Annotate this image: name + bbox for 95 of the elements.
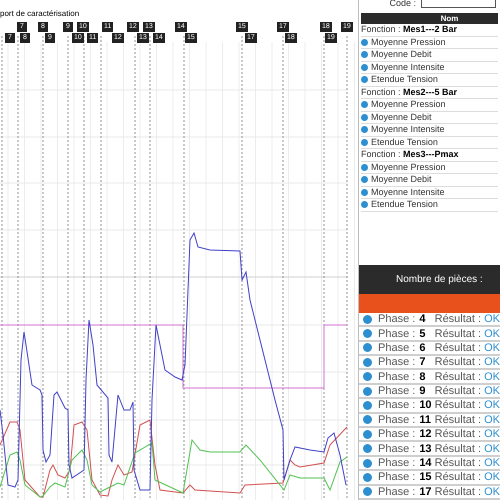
phase-number: 4	[419, 313, 426, 326]
phase-number: 12	[419, 428, 433, 440]
phase-number: 8	[419, 370, 426, 383]
report-title: port de caractérisation	[0, 9, 80, 19]
bullet-icon	[363, 329, 372, 338]
result-label: Résultat :	[434, 442, 482, 455]
measure-name[interactable]: Etendue Tension	[371, 199, 438, 210]
phase-number: 7	[419, 356, 426, 368]
result-value: OK	[484, 442, 500, 455]
measure-name[interactable]: Moyenne Pression	[371, 36, 446, 48]
result-label: Résultat :	[434, 399, 482, 412]
phase-number: 10	[419, 399, 433, 412]
measure-name[interactable]: Moyenne Debit	[371, 174, 432, 186]
function-heading: Fonction : Mes2---5 Bar	[361, 86, 458, 98]
result-value: OK	[484, 428, 500, 440]
result-label: Résultat :	[434, 370, 482, 383]
bullet-icon	[363, 430, 372, 439]
measure-name[interactable]: Moyenne Intensite	[371, 62, 445, 73]
phase-number: 15	[419, 471, 433, 484]
bullet-icon	[361, 201, 368, 208]
result-value: OK	[484, 457, 500, 470]
measure-name[interactable]: Moyenne Intensite	[371, 124, 445, 136]
bullet-icon	[363, 472, 372, 482]
phase-label: Phase :	[378, 442, 416, 455]
phase-label: Phase :	[378, 457, 416, 470]
result-value: OK	[484, 385, 500, 398]
bullet-icon	[363, 314, 372, 324]
phase-number: 14	[419, 457, 433, 470]
phase-label: Phase :	[378, 399, 416, 412]
bullet-icon	[361, 126, 368, 134]
phase-label: Phase :	[378, 313, 416, 326]
bullet-icon	[363, 444, 372, 454]
bullet-icon	[363, 487, 372, 496]
result-value: OK	[484, 313, 500, 326]
result-label: Résultat :	[434, 414, 482, 426]
function-heading: Fonction : Mes3---Pmax	[361, 149, 459, 160]
bullet-icon	[361, 164, 368, 171]
measure-name[interactable]: Moyenne Intensite	[371, 186, 445, 198]
bullet-icon	[361, 38, 368, 46]
result-label: Résultat :	[434, 471, 482, 484]
bullet-icon	[361, 176, 368, 184]
result-label: Résultat :	[434, 457, 482, 470]
column-header: Nom	[440, 14, 458, 24]
result-value: OK	[484, 370, 500, 383]
result-value: OK	[484, 486, 500, 498]
phase-number: 11	[419, 414, 432, 426]
phase-label: Phase :	[378, 342, 416, 354]
result-value: OK	[484, 356, 500, 368]
measure-name[interactable]: Moyenne Pression	[371, 162, 446, 173]
phase-label: Phase :	[378, 385, 416, 398]
phase-label: Phase :	[378, 486, 416, 498]
bullet-icon	[363, 458, 372, 468]
bullet-icon	[361, 188, 368, 196]
bullet-icon	[361, 114, 368, 121]
pieces-count-label: Nombre de pièces :	[396, 272, 483, 287]
measure-name[interactable]: Etendue Tension	[371, 136, 438, 148]
result-label: Résultat :	[434, 356, 482, 368]
phase-label: Phase :	[378, 428, 416, 440]
phase-label: Phase :	[378, 328, 416, 340]
result-label: Résultat :	[434, 385, 482, 398]
bullet-icon	[361, 138, 368, 146]
result-value: OK	[484, 328, 500, 340]
measure-name[interactable]: Moyenne Pression	[371, 99, 446, 110]
phase-number: 5	[419, 328, 426, 340]
measure-name[interactable]: Moyenne Debit	[371, 49, 432, 60]
bullet-icon	[363, 372, 372, 382]
measure-name[interactable]: Etendue Tension	[371, 74, 438, 86]
result-value: OK	[484, 414, 500, 426]
phase-label: Phase :	[378, 414, 416, 426]
result-label: Résultat :	[434, 328, 482, 340]
result-label: Résultat :	[434, 313, 482, 326]
function-heading: Fonction : Mes1---2 Bar	[361, 24, 458, 36]
bullet-icon	[361, 101, 368, 108]
bullet-icon	[361, 51, 368, 58]
phase-number: 9	[419, 385, 426, 398]
phase-number: 13	[419, 442, 433, 455]
bullet-icon	[363, 343, 372, 352]
measure-name[interactable]: Moyenne Debit	[371, 112, 432, 123]
bullet-icon	[361, 64, 368, 71]
result-value: OK	[484, 471, 500, 484]
bullet-icon	[363, 400, 372, 410]
result-value: OK	[484, 399, 500, 412]
phase-number: 6	[419, 342, 426, 354]
result-value: OK	[484, 342, 500, 354]
phase-number: 17	[419, 486, 433, 498]
bullet-icon	[363, 358, 372, 367]
phase-label: Phase :	[378, 356, 416, 368]
result-label: Résultat :	[434, 428, 482, 440]
result-label: Résultat :	[434, 342, 482, 354]
phase-label: Phase :	[378, 370, 416, 383]
phase-label: Phase :	[378, 471, 416, 484]
bullet-icon	[363, 415, 372, 424]
result-label: Résultat :	[434, 486, 482, 498]
bullet-icon	[361, 76, 368, 84]
bullet-icon	[363, 386, 372, 396]
